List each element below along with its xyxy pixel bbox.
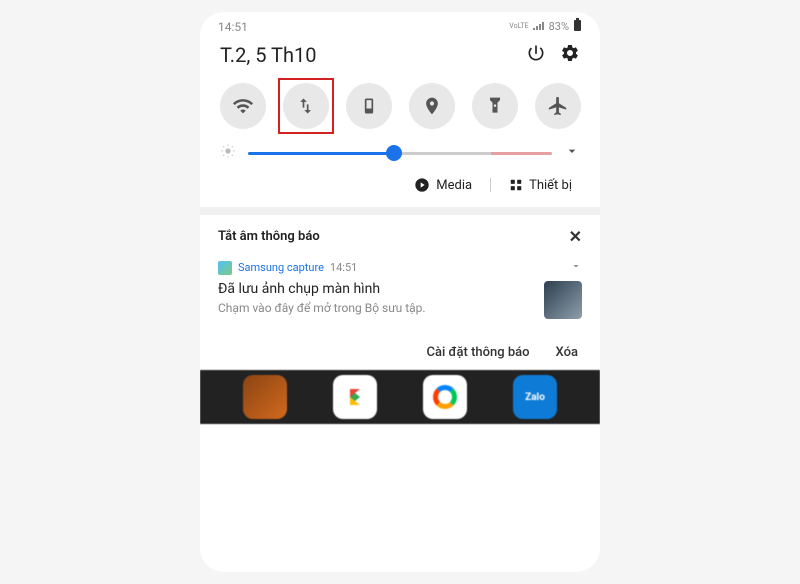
location-toggle[interactable] <box>409 83 455 129</box>
close-icon[interactable]: ✕ <box>569 227 582 246</box>
sound-toggle[interactable] <box>346 83 392 129</box>
play-store-app[interactable] <box>333 375 377 419</box>
mute-notifications-label[interactable]: Tắt âm thông báo <box>218 229 320 244</box>
app-icon <box>218 261 232 275</box>
flashlight-toggle[interactable] <box>472 83 518 129</box>
carrier-label: VoLTE <box>509 23 528 30</box>
chevron-down-icon[interactable] <box>564 143 580 163</box>
media-label: Media <box>436 178 472 193</box>
media-button[interactable]: Media <box>414 177 472 193</box>
notification-subtitle: Chạm vào đây để mở trong Bộ sưu tập. <box>218 301 426 315</box>
chevron-down-icon[interactable] <box>570 260 582 275</box>
notification-title: Đã lưu ảnh chụp màn hình <box>218 281 426 297</box>
brightness-slider-row <box>200 129 600 171</box>
zalo-app[interactable]: Zalo <box>513 375 557 419</box>
panel-header: T.2, 5 Th10 <box>200 35 600 77</box>
clock: 14:51 <box>218 20 248 34</box>
airplane-toggle[interactable] <box>535 83 581 129</box>
app-name: Samsung capture <box>238 261 324 274</box>
home-dock: Zalo <box>200 370 600 424</box>
screenshot-thumbnail[interactable] <box>544 281 582 319</box>
clear-button[interactable]: Xóa <box>556 345 578 360</box>
notification-panel: 14:51 VoLTE 83% T.2, 5 Th10 <box>200 12 600 572</box>
highlight-box <box>278 78 334 134</box>
brightness-icon <box>220 143 236 163</box>
slider-thumb[interactable] <box>386 145 402 161</box>
media-devices-row: Media Thiết bị <box>200 171 600 207</box>
dock-app-3[interactable] <box>423 375 467 419</box>
notification-time: 14:51 <box>330 261 357 274</box>
quick-toggles <box>200 77 600 129</box>
notification-settings-button[interactable]: Cài đặt thông báo <box>426 345 529 360</box>
battery-percent: 83% <box>549 20 569 33</box>
notification-card[interactable]: Tắt âm thông báo ✕ Samsung capture 14:51… <box>200 215 600 331</box>
battery-icon <box>573 18 582 35</box>
devices-label: Thiết bị <box>529 178 572 193</box>
wifi-toggle[interactable] <box>220 83 266 129</box>
devices-button[interactable]: Thiết bị <box>509 178 572 193</box>
date-label: T.2, 5 Th10 <box>220 43 316 67</box>
signal-icon <box>533 20 545 33</box>
dock-app-1[interactable] <box>243 375 287 419</box>
notification-actions: Cài đặt thông báo Xóa <box>200 331 600 370</box>
status-bar: 14:51 VoLTE 83% <box>200 12 600 35</box>
mobile-data-toggle[interactable] <box>283 83 329 129</box>
brightness-slider[interactable] <box>248 152 552 155</box>
gear-icon[interactable] <box>560 43 580 67</box>
divider <box>490 178 491 192</box>
power-icon[interactable] <box>526 43 546 67</box>
